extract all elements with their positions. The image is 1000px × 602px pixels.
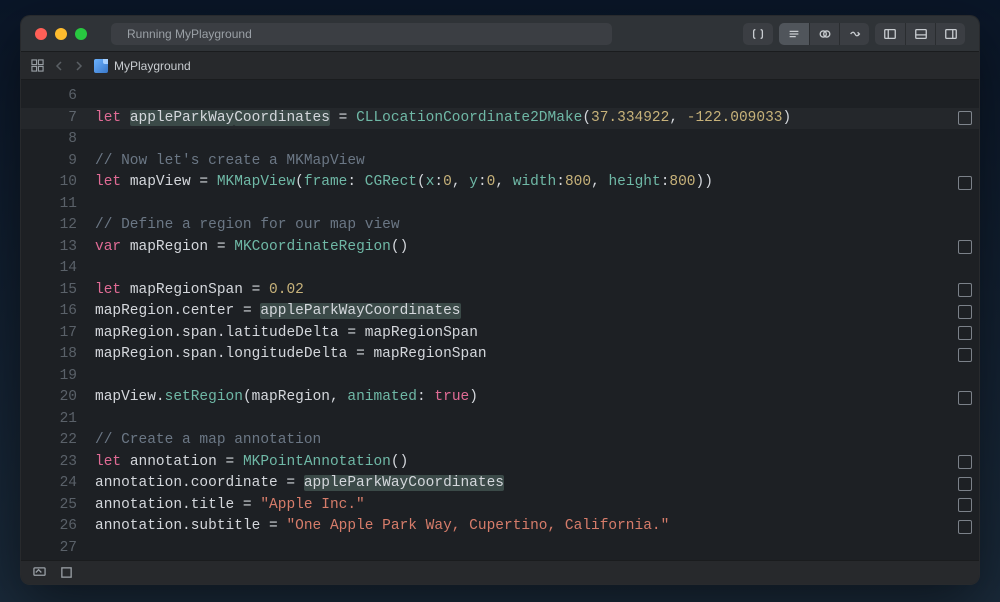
code-line[interactable]: let mapView = MKMapView(frame: CGRect(x:… xyxy=(95,172,951,194)
result-marker[interactable] xyxy=(951,452,979,474)
toggle-debug-area-button[interactable] xyxy=(905,23,935,45)
result-marker[interactable] xyxy=(951,172,979,194)
result-marker xyxy=(951,151,979,173)
result-marker[interactable] xyxy=(951,323,979,345)
code-line[interactable] xyxy=(95,258,951,280)
line-number: 15 xyxy=(21,280,77,302)
xcode-window: Running MyPlayground xyxy=(20,15,980,585)
close-window-button[interactable] xyxy=(35,28,47,40)
code-line[interactable]: mapRegion.center = appleParkWayCoordinat… xyxy=(95,301,951,323)
result-marker[interactable] xyxy=(951,108,979,130)
titlebar: Running MyPlayground xyxy=(21,16,979,52)
result-marker xyxy=(951,215,979,237)
activity-status-text: Running MyPlayground xyxy=(127,27,252,41)
result-marker[interactable] xyxy=(951,280,979,302)
traffic-lights xyxy=(35,28,87,40)
result-marker xyxy=(951,538,979,560)
result-marker xyxy=(951,86,979,108)
line-number: 23 xyxy=(21,452,77,474)
code-line[interactable]: annotation.coordinate = appleParkWayCoor… xyxy=(95,473,951,495)
toggle-inspector-button[interactable] xyxy=(935,23,965,45)
result-marker[interactable] xyxy=(951,516,979,538)
line-number: 19 xyxy=(21,366,77,388)
live-view-button[interactable] xyxy=(33,566,46,579)
current-file-name: MyPlayground xyxy=(114,59,191,73)
line-number: 20 xyxy=(21,387,77,409)
jump-bar: MyPlayground xyxy=(21,52,979,80)
result-marker[interactable] xyxy=(951,344,979,366)
code-line[interactable]: // Now let's create a MKMapView xyxy=(95,151,951,173)
line-number: 6 xyxy=(21,86,77,108)
line-number-gutter: 6789101112131415161718192021222324252627 xyxy=(21,80,89,560)
code-line[interactable] xyxy=(95,194,951,216)
activity-status[interactable]: Running MyPlayground xyxy=(111,23,612,45)
result-marker[interactable] xyxy=(951,301,979,323)
code-line[interactable]: // Define a region for our map view xyxy=(95,215,951,237)
code-editor[interactable]: 6789101112131415161718192021222324252627… xyxy=(21,80,979,560)
code-line[interactable]: let mapRegionSpan = 0.02 xyxy=(95,280,951,302)
editor-mode-assistant-button[interactable] xyxy=(809,23,839,45)
line-number: 10 xyxy=(21,172,77,194)
code-line[interactable]: mapView.setRegion(mapRegion, animated: t… xyxy=(95,387,951,409)
code-line[interactable] xyxy=(95,129,951,151)
activity-area: Running MyPlayground xyxy=(107,23,735,45)
result-marker[interactable] xyxy=(951,473,979,495)
line-number: 8 xyxy=(21,129,77,151)
code-line[interactable] xyxy=(95,366,951,388)
bottom-bar xyxy=(21,560,979,584)
toolbar-right xyxy=(743,23,965,45)
result-marker xyxy=(951,129,979,151)
line-number: 27 xyxy=(21,538,77,560)
minimize-window-button[interactable] xyxy=(55,28,67,40)
result-marker xyxy=(951,258,979,280)
related-items-icon[interactable] xyxy=(31,59,44,72)
result-marker xyxy=(951,194,979,216)
zoom-window-button[interactable] xyxy=(75,28,87,40)
line-number: 24 xyxy=(21,473,77,495)
line-number: 17 xyxy=(21,323,77,345)
code-line[interactable] xyxy=(95,409,951,431)
code-line[interactable] xyxy=(95,538,951,560)
editor-mode-version-button[interactable] xyxy=(839,23,869,45)
code-line[interactable]: annotation.title = "Apple Inc." xyxy=(95,495,951,517)
code-line[interactable]: mapRegion.span.longitudeDelta = mapRegio… xyxy=(95,344,951,366)
code-line[interactable]: let appleParkWayCoordinates = CLLocation… xyxy=(95,108,951,130)
result-marker[interactable] xyxy=(951,387,979,409)
code-line[interactable] xyxy=(95,86,951,108)
result-marker xyxy=(951,430,979,452)
code-line[interactable]: var mapRegion = MKCoordinateRegion() xyxy=(95,237,951,259)
line-number: 25 xyxy=(21,495,77,517)
line-number: 18 xyxy=(21,344,77,366)
code-line[interactable]: let annotation = MKPointAnnotation() xyxy=(95,452,951,474)
result-marker xyxy=(951,409,979,431)
line-number: 22 xyxy=(21,430,77,452)
line-number: 14 xyxy=(21,258,77,280)
line-number: 13 xyxy=(21,237,77,259)
result-marker xyxy=(951,366,979,388)
result-marker[interactable] xyxy=(951,495,979,517)
result-marker[interactable] xyxy=(951,237,979,259)
line-number: 7 xyxy=(21,108,77,130)
nav-back-button[interactable] xyxy=(54,61,64,71)
editor-mode-standard-button[interactable] xyxy=(779,23,809,45)
line-number: 21 xyxy=(21,409,77,431)
code-content[interactable]: let appleParkWayCoordinates = CLLocation… xyxy=(89,80,951,560)
show-library-button[interactable] xyxy=(743,23,773,45)
nav-forward-button[interactable] xyxy=(74,61,84,71)
debug-area-button[interactable] xyxy=(60,566,73,579)
swift-file-icon xyxy=(94,59,108,73)
code-line[interactable]: annotation.subtitle = "One Apple Park Wa… xyxy=(95,516,951,538)
line-number: 9 xyxy=(21,151,77,173)
line-number: 12 xyxy=(21,215,77,237)
line-number: 26 xyxy=(21,516,77,538)
line-number: 11 xyxy=(21,194,77,216)
code-line[interactable]: mapRegion.span.latitudeDelta = mapRegion… xyxy=(95,323,951,345)
toggle-navigator-button[interactable] xyxy=(875,23,905,45)
result-rail xyxy=(951,80,979,560)
current-file-tab[interactable]: MyPlayground xyxy=(94,59,191,73)
code-line[interactable]: // Create a map annotation xyxy=(95,430,951,452)
line-number: 16 xyxy=(21,301,77,323)
